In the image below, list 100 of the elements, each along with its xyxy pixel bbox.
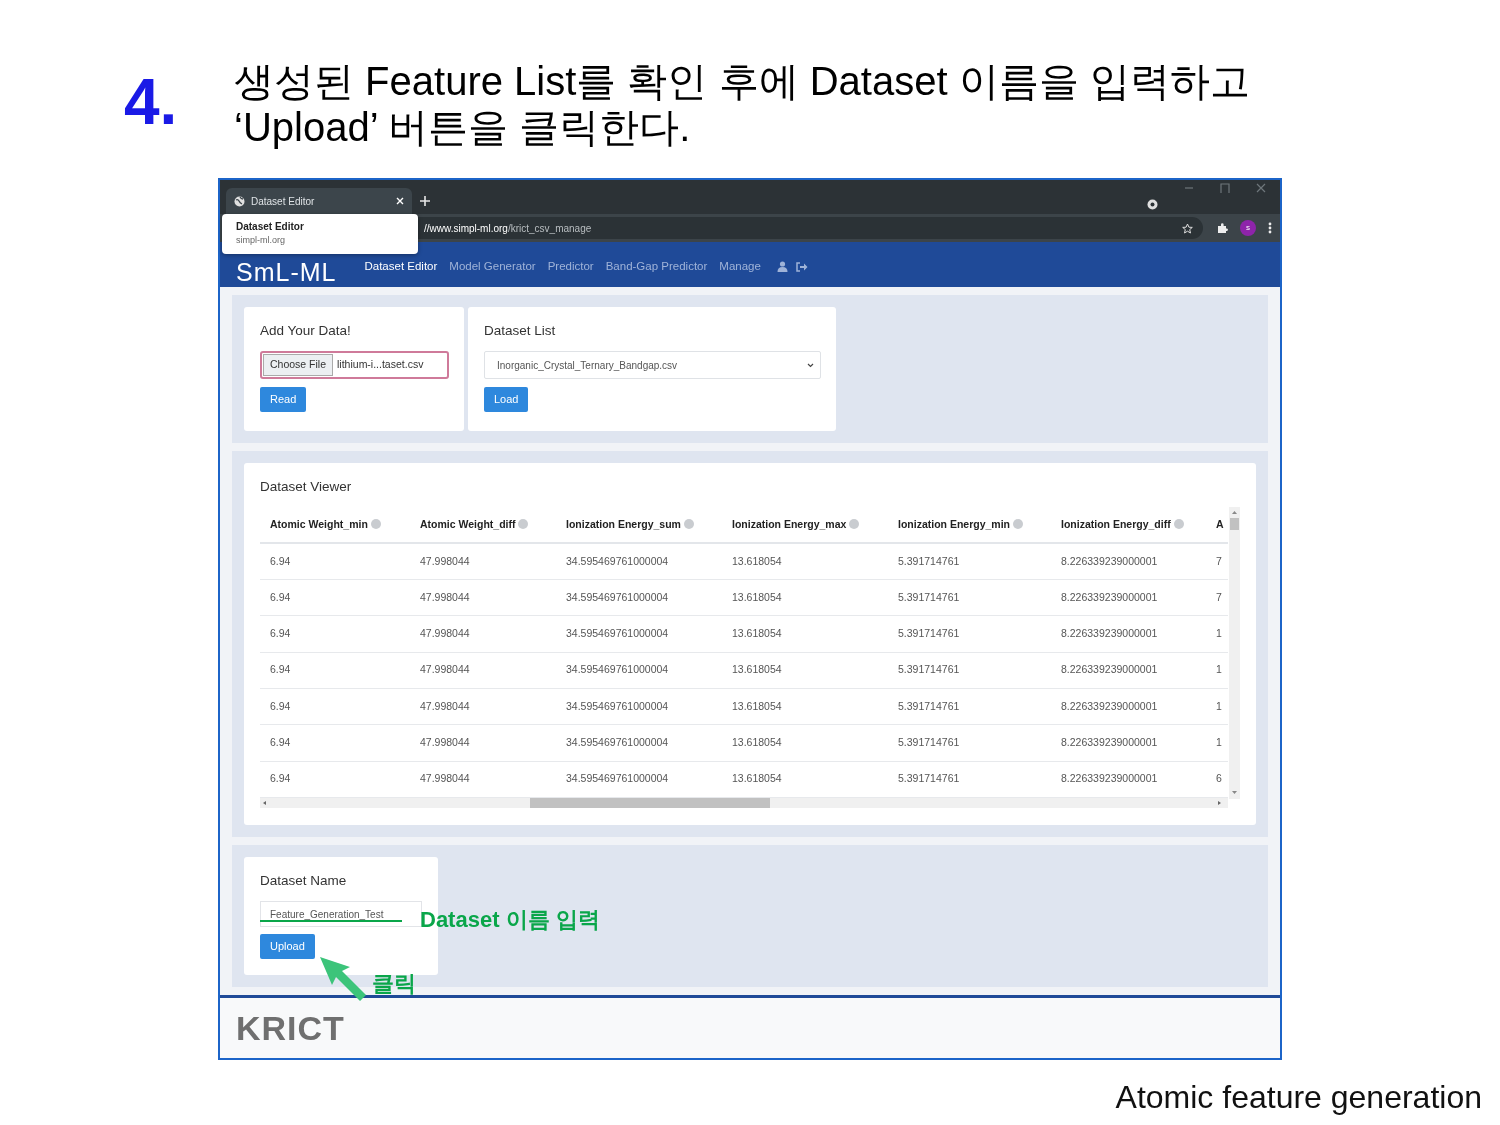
table-cell: 47.998044 xyxy=(410,761,556,798)
sort-icon[interactable] xyxy=(370,518,381,529)
url-text: //www.simpl-ml.org/krict_csv_manage xyxy=(424,221,592,236)
table-cell: 5.391714761 xyxy=(888,652,1051,689)
brand-logo[interactable]: SmL-ML xyxy=(236,260,337,285)
table-cell: 8.226339239000001 xyxy=(1051,688,1215,725)
column-header[interactable]: Ionization Energy_diff xyxy=(1051,507,1215,544)
tooltip-title: Dataset Editor xyxy=(236,220,305,234)
table-cell: 13.618054 xyxy=(722,724,888,762)
table-cell: 8.226339239000001 xyxy=(1051,761,1215,798)
browser-tab[interactable]: Dataset Editor xyxy=(226,188,412,214)
sort-icon[interactable] xyxy=(518,518,529,529)
card-title: Add Your Data! xyxy=(260,322,352,340)
puzzle-icon[interactable] xyxy=(1217,222,1228,234)
table-cell: 13.618054 xyxy=(722,615,888,653)
caption-text: Atomic feature generation xyxy=(1115,1078,1482,1117)
name-input-field[interactable]: Feature_Generation_Test xyxy=(260,901,422,928)
table-cell: 7 xyxy=(1215,579,1228,616)
table-cell: 1 xyxy=(1215,652,1228,689)
table-cell: 47.998044 xyxy=(410,688,556,725)
table-cell: 7 xyxy=(1215,543,1228,580)
horizontal-scrollbar[interactable] xyxy=(260,797,1228,808)
annotation-text: 클릭 xyxy=(372,970,416,998)
table-cell: 6.94 xyxy=(260,652,410,689)
table-cell: 8.226339239000001 xyxy=(1051,615,1215,653)
globe-icon xyxy=(234,195,245,207)
arrow-icon xyxy=(320,957,368,1001)
table-cell: 5.391714761 xyxy=(888,724,1051,762)
nav-link[interactable]: Model Generator xyxy=(443,257,542,276)
vertical-scrollbar[interactable] xyxy=(1229,507,1240,800)
table-cell: 13.618054 xyxy=(722,579,888,616)
table-cell: 34.595469761000004 xyxy=(556,652,722,689)
sort-icon[interactable] xyxy=(849,518,860,529)
heading-text: ‘Upload’ 버튼을 클릭한다. xyxy=(234,104,692,150)
card-title: Dataset Name xyxy=(260,872,348,890)
user-icon[interactable] xyxy=(776,261,788,272)
table-cell: 13.618054 xyxy=(722,543,888,580)
table-cell: 6.94 xyxy=(260,688,410,725)
upload-button[interactable]: Upload xyxy=(260,934,315,960)
table-cell: 47.998044 xyxy=(410,543,556,580)
record-icon[interactable] xyxy=(1147,199,1158,210)
sort-icon[interactable] xyxy=(683,518,694,529)
table-cell: 34.595469761000004 xyxy=(556,688,722,725)
avatar[interactable]: s xyxy=(1240,220,1256,236)
table-cell: 1 xyxy=(1215,724,1228,762)
nav-link[interactable]: Band-Gap Predictor xyxy=(599,257,714,276)
column-header[interactable]: Ionization Energy_min xyxy=(888,507,1051,544)
star-icon[interactable] xyxy=(1182,222,1193,234)
nav-link[interactable]: Dataset Editor xyxy=(358,257,444,276)
nav-link[interactable]: Manage xyxy=(713,257,767,276)
load-button[interactable]: Load xyxy=(484,387,529,413)
table-cell: 6.94 xyxy=(260,761,410,798)
table-cell: 13.618054 xyxy=(722,652,888,689)
nav-link[interactable]: Predictor xyxy=(541,257,600,276)
kebab-menu-icon[interactable] xyxy=(1268,222,1272,234)
sort-icon[interactable] xyxy=(1013,518,1023,529)
table-cell: 8.226339239000001 xyxy=(1051,652,1215,689)
table-cell: 13.618054 xyxy=(722,688,888,725)
step-number: 4. xyxy=(124,70,179,140)
table-cell: 5.391714761 xyxy=(888,579,1051,616)
table-cell: 6.94 xyxy=(260,579,410,616)
table-cell: 5.391714761 xyxy=(888,543,1051,580)
file-name: lithium-i...taset.csv xyxy=(336,357,424,373)
sign-out-icon[interactable] xyxy=(795,261,808,272)
annotation-text: Dataset 이름 입력 xyxy=(420,906,600,934)
file-input[interactable]: Choose File lithium-i...taset.csv xyxy=(260,351,449,380)
table-cell: 5.391714761 xyxy=(888,688,1051,725)
heading-text: 생성된 Feature List를 확인 후에 Dataset 이름을 입력하고 xyxy=(234,58,1250,104)
tab-title: Dataset Editor xyxy=(251,194,316,209)
card-title: Dataset Viewer xyxy=(260,478,353,496)
table-cell: 34.595469761000004 xyxy=(556,761,722,798)
column-header[interactable]: Ionization Energy_max xyxy=(722,507,888,544)
table-cell: 5.391714761 xyxy=(888,761,1051,798)
table-cell: 47.998044 xyxy=(410,579,556,616)
table-cell: 1 xyxy=(1215,688,1228,725)
footer-logo: KRICT xyxy=(236,1007,345,1049)
table-cell: 6.94 xyxy=(260,543,410,580)
column-header[interactable]: Atomic Weight_min xyxy=(260,507,410,544)
table-cell: 47.998044 xyxy=(410,652,556,689)
table-cell: 47.998044 xyxy=(410,615,556,653)
table-cell: 6.94 xyxy=(260,724,410,762)
dataset-select[interactable]: Inorganic_Crystal_Ternary_Bandgap.csv xyxy=(484,351,821,380)
table-cell: 34.595469761000004 xyxy=(556,724,722,762)
table-cell: 6 xyxy=(1215,761,1228,798)
table-cell: 34.595469761000004 xyxy=(556,543,722,580)
column-header[interactable]: Atomic Weight_diff xyxy=(410,507,556,544)
table-cell: 34.595469761000004 xyxy=(556,579,722,616)
table-cell: 8.226339239000001 xyxy=(1051,543,1215,580)
table-cell: 47.998044 xyxy=(410,724,556,762)
maximize-icon[interactable] xyxy=(1220,183,1230,193)
plus-icon[interactable] xyxy=(420,196,430,206)
card-title: Dataset List xyxy=(484,322,557,340)
column-header[interactable]: Ionization Energy_sum xyxy=(556,507,722,544)
sort-icon[interactable] xyxy=(1173,518,1184,529)
table-cell: 13.618054 xyxy=(722,761,888,798)
chevron-down-icon xyxy=(807,362,814,368)
choose-file-button[interactable]: Choose File xyxy=(263,354,334,377)
table-cell: 8.226339239000001 xyxy=(1051,579,1215,616)
read-button[interactable]: Read xyxy=(260,387,307,413)
table-cell: 6.94 xyxy=(260,615,410,653)
